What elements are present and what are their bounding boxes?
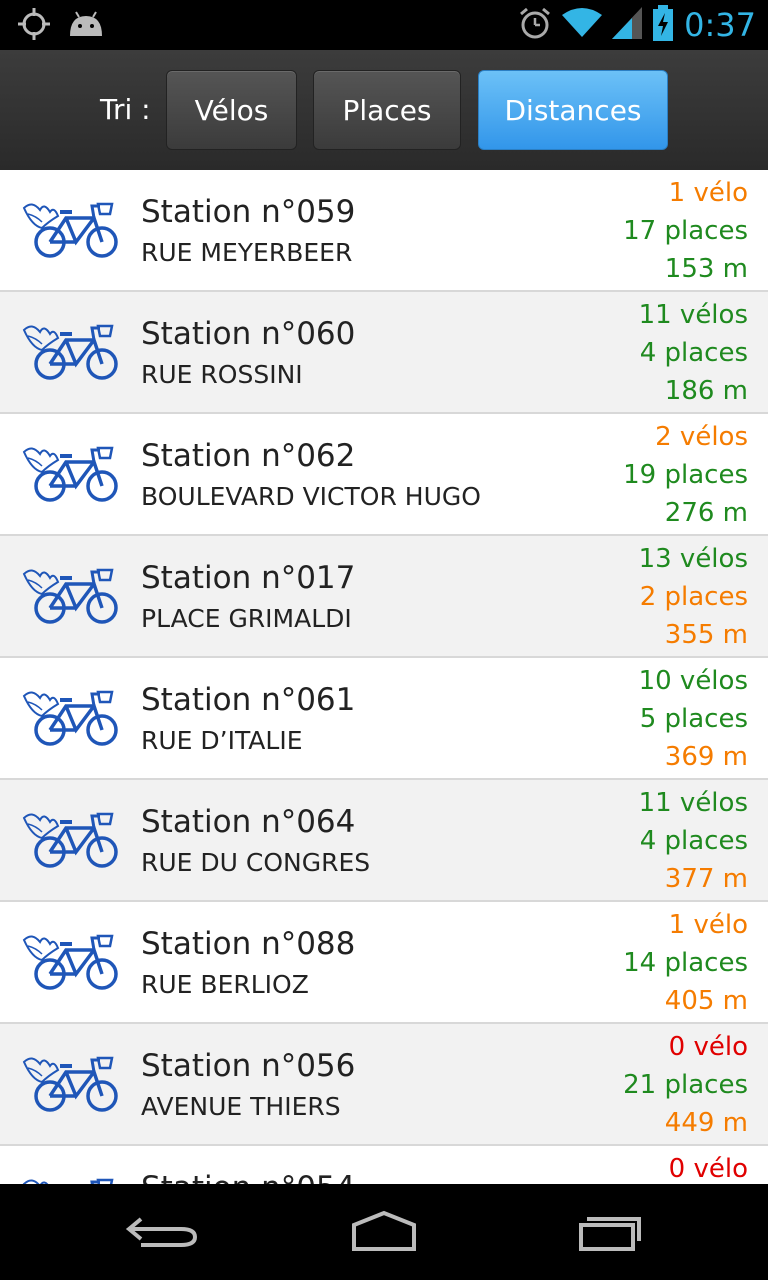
home-icon[interactable] bbox=[339, 1206, 429, 1256]
station-title: Station n°054 bbox=[141, 1168, 355, 1184]
station-title: Station n°060 bbox=[141, 316, 356, 352]
station-distance: 449 m bbox=[664, 1108, 748, 1138]
available-places: 17 places bbox=[623, 216, 748, 246]
available-bikes: 1 vélo bbox=[668, 178, 748, 208]
station-title: Station n°059 bbox=[141, 194, 356, 230]
sort-bikes-button[interactable]: Vélos bbox=[166, 70, 297, 150]
available-places: 4 places bbox=[639, 826, 748, 856]
bike-station-icon bbox=[18, 564, 122, 628]
station-street: RUE MEYERBEER bbox=[141, 238, 353, 267]
gps-icon bbox=[18, 8, 50, 44]
available-bikes: 0 vélo bbox=[668, 1154, 748, 1184]
available-places: 5 places bbox=[639, 704, 748, 734]
station-street: PLACE GRIMALDI bbox=[141, 604, 352, 633]
clock-time: 0:37 bbox=[684, 6, 756, 44]
station-row[interactable]: Station n°056 AVENUE THIERS 0 vélo 21 place… bbox=[0, 1024, 768, 1146]
bike-station-icon bbox=[18, 198, 122, 262]
station-distance: 369 m bbox=[664, 742, 748, 772]
bike-station-icon bbox=[18, 808, 122, 872]
station-list[interactable]: Station n°059 RUE MEYERBEER 1 vélo 17 place… bbox=[0, 170, 768, 1184]
recent-apps-icon[interactable] bbox=[562, 1206, 652, 1256]
station-distance: 355 m bbox=[664, 620, 748, 650]
available-places: 4 places bbox=[639, 338, 748, 368]
station-distance: 405 m bbox=[664, 986, 748, 1016]
station-street: AVENUE THIERS bbox=[141, 1092, 341, 1121]
bike-station-icon bbox=[18, 442, 122, 506]
navigation-bar bbox=[0, 1184, 768, 1280]
station-distance: 377 m bbox=[664, 864, 748, 894]
sort-label: Tri : bbox=[100, 93, 151, 126]
available-places: 2 places bbox=[639, 582, 748, 612]
sort-distances-button[interactable]: Distances bbox=[478, 70, 668, 150]
station-title: Station n°064 bbox=[141, 804, 356, 840]
station-title: Station n°088 bbox=[141, 926, 356, 962]
bike-station-icon bbox=[18, 320, 122, 384]
available-bikes: 0 vélo bbox=[668, 1032, 748, 1062]
station-distance: 276 m bbox=[664, 498, 748, 528]
station-street: RUE ROSSINI bbox=[141, 360, 303, 389]
bike-station-icon bbox=[18, 1052, 122, 1116]
android-debug-icon bbox=[68, 10, 104, 42]
station-row[interactable]: Station n°059 RUE MEYERBEER 1 vélo 17 place… bbox=[0, 170, 768, 292]
alarm-icon bbox=[518, 6, 552, 44]
station-row[interactable]: Station n°064 RUE DU CONGRES 11 vélos 4 pla… bbox=[0, 780, 768, 902]
station-row[interactable]: Station n°061 RUE D’ITALIE 10 vélos 5 place… bbox=[0, 658, 768, 780]
available-bikes: 13 vélos bbox=[638, 544, 748, 574]
signal-icon bbox=[612, 7, 643, 43]
battery-charging-icon bbox=[652, 5, 674, 45]
available-places: 21 places bbox=[623, 1070, 748, 1100]
available-bikes: 2 vélos bbox=[655, 422, 748, 452]
station-row[interactable]: Station n°017 PLACE GRIMALDI 13 vélos 2 pla… bbox=[0, 536, 768, 658]
station-row[interactable]: Station n°062 BOULEVARD VICTOR HUGO 2 vélo… bbox=[0, 414, 768, 536]
wifi-icon bbox=[562, 7, 603, 43]
bike-station-icon bbox=[18, 686, 122, 750]
station-row[interactable]: Station n°054 0 vélo bbox=[0, 1146, 768, 1184]
sort-toolbar: Tri : Vélos Places Distances bbox=[0, 50, 768, 170]
available-places: 19 places bbox=[623, 460, 748, 490]
station-distance: 153 m bbox=[664, 254, 748, 284]
status-bar: 0:37 bbox=[0, 0, 768, 50]
station-street: RUE DU CONGRES bbox=[141, 848, 371, 877]
available-bikes: 11 vélos bbox=[638, 788, 748, 818]
sort-places-button[interactable]: Places bbox=[313, 70, 461, 150]
station-title: Station n°056 bbox=[141, 1048, 356, 1084]
station-street: BOULEVARD VICTOR HUGO bbox=[141, 482, 481, 511]
station-title: Station n°061 bbox=[141, 682, 356, 718]
bike-station-icon bbox=[18, 1174, 122, 1184]
station-title: Station n°062 bbox=[141, 438, 356, 474]
station-row[interactable]: Station n°060 RUE ROSSINI 11 vélos 4 places… bbox=[0, 292, 768, 414]
station-distance: 186 m bbox=[664, 376, 748, 406]
available-bikes: 11 vélos bbox=[638, 300, 748, 330]
station-street: RUE D’ITALIE bbox=[141, 726, 303, 755]
station-street: RUE BERLIOZ bbox=[141, 970, 309, 999]
station-title: Station n°017 bbox=[141, 560, 356, 596]
available-places: 14 places bbox=[623, 948, 748, 978]
available-bikes: 1 vélo bbox=[668, 910, 748, 940]
bike-station-icon bbox=[18, 930, 122, 994]
station-row[interactable]: Station n°088 RUE BERLIOZ 1 vélo 14 places 4… bbox=[0, 902, 768, 1024]
back-icon[interactable] bbox=[116, 1206, 206, 1256]
available-bikes: 10 vélos bbox=[638, 666, 748, 696]
